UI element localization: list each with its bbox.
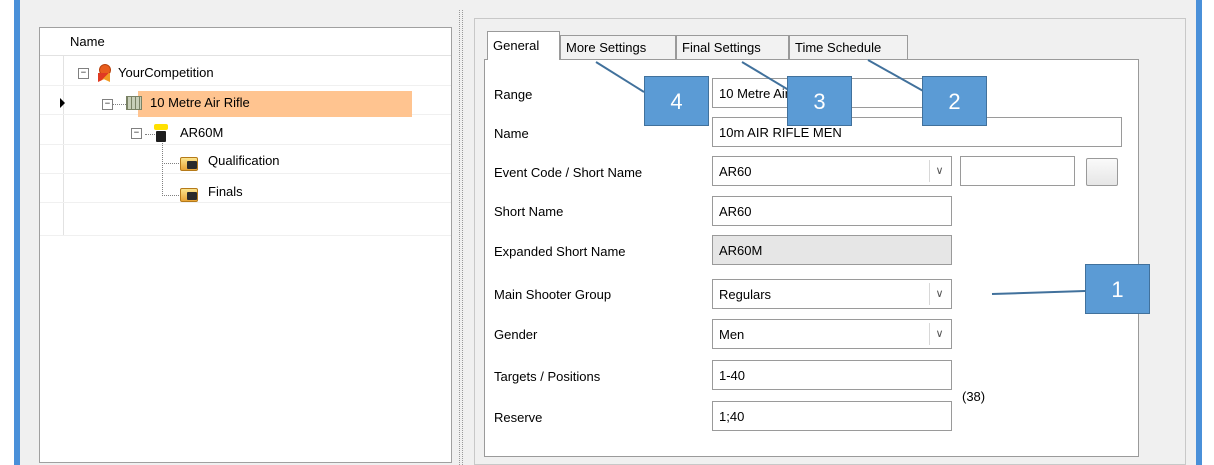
targets-positions-label: Targets / Positions — [494, 369, 601, 384]
tree-header-label: Name — [70, 34, 105, 49]
callout-2: 2 — [922, 76, 987, 126]
tab-time-schedule[interactable]: Time Schedule — [789, 35, 908, 59]
row-divider — [40, 235, 451, 236]
range-icon — [126, 96, 142, 110]
main-shooter-group-select[interactable]: Regulars ∨ — [712, 279, 952, 309]
folder-icon — [180, 188, 198, 202]
tab-more-settings[interactable]: More Settings — [560, 35, 676, 59]
short-name-label: Short Name — [494, 204, 564, 219]
tab-general[interactable]: General — [487, 31, 560, 60]
gender-select[interactable]: Men ∨ — [712, 319, 952, 349]
event-code-value: AR60 — [719, 164, 752, 179]
callout-4: 4 — [644, 76, 709, 126]
reserve-label: Reserve — [494, 410, 543, 425]
tree-indicator-separator — [63, 56, 64, 236]
ribbon-icon — [96, 64, 112, 82]
reserve-field[interactable]: 1;40 — [712, 401, 952, 431]
name-field[interactable]: 10m AIR RIFLE MEN — [712, 117, 1122, 147]
folder-icon — [180, 157, 198, 171]
expanded-short-name-label: Expanded Short Name — [494, 244, 626, 259]
targets-positions-field[interactable]: 1-40 — [712, 360, 952, 390]
row-divider — [40, 202, 451, 203]
current-row-indicator-icon — [60, 98, 65, 108]
panel-splitter[interactable] — [456, 10, 466, 465]
tree-rows — [40, 56, 451, 236]
row-divider — [40, 85, 451, 86]
tree-connector — [162, 195, 179, 196]
collapse-toggle-icon[interactable]: − — [131, 128, 142, 139]
event-code-browse-button[interactable] — [1086, 158, 1118, 186]
event-short-name-field[interactable] — [960, 156, 1075, 186]
row-divider — [40, 144, 451, 145]
tab-final-settings[interactable]: Final Settings — [676, 35, 789, 59]
event-code-select[interactable]: AR60 ∨ — [712, 156, 952, 186]
window-right-edge — [1196, 0, 1202, 465]
chevron-down-icon[interactable]: ∨ — [929, 323, 949, 345]
callout-3: 3 — [787, 76, 852, 126]
collapse-toggle-icon[interactable]: − — [102, 99, 113, 110]
tree-connector — [162, 163, 179, 164]
target-count: (38) — [962, 389, 986, 404]
collapse-toggle-icon[interactable]: − — [78, 68, 89, 79]
name-label: Name — [494, 126, 529, 141]
main-shooter-group-value: Regulars — [719, 287, 772, 302]
chevron-down-icon[interactable]: ∨ — [929, 160, 949, 182]
rifle-event-icon — [152, 124, 170, 142]
tree-column-header[interactable]: Name — [40, 28, 451, 56]
row-divider — [40, 173, 451, 174]
expanded-short-name-field: AR60M — [712, 235, 952, 265]
tree-node-finals[interactable]: Finals — [208, 184, 243, 199]
tree-node-event[interactable]: AR60M — [180, 125, 223, 140]
tree-node-range[interactable]: 10 Metre Air Rifle — [150, 95, 250, 110]
chevron-down-icon[interactable]: ∨ — [929, 283, 949, 305]
range-label: Range — [494, 87, 533, 102]
gender-label: Gender — [494, 327, 538, 342]
tree-node-qualification[interactable]: Qualification — [208, 153, 280, 168]
gender-value: Men — [719, 327, 745, 342]
short-name-field[interactable]: AR60 — [712, 196, 952, 226]
tree-node-competition[interactable]: YourCompetition — [118, 65, 214, 80]
tree-connector — [113, 104, 126, 105]
event-code-label: Event Code / Short Name — [494, 165, 643, 180]
callout-1: 1 — [1085, 264, 1150, 314]
main-shooter-group-label: Main Shooter Group — [494, 287, 612, 302]
tree-connector — [162, 140, 163, 196]
